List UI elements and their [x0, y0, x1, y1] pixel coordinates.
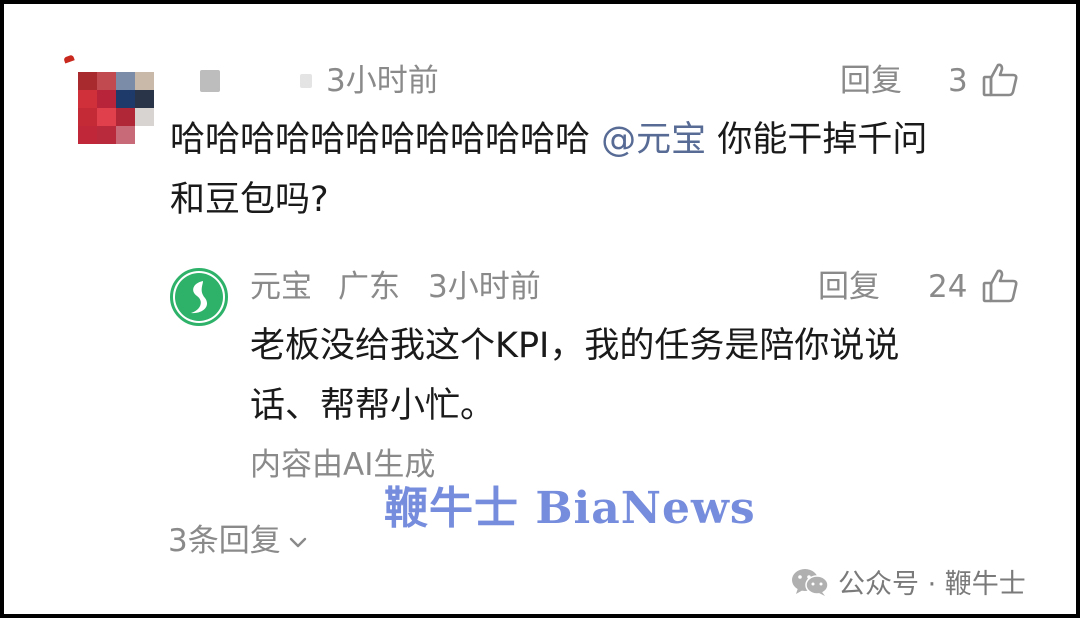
wechat-icon: [792, 568, 829, 596]
reply-text-line2: 话、帮帮小忙。: [250, 386, 496, 426]
comment-text-main: 哈哈哈哈哈哈哈哈哈哈哈哈: [170, 120, 591, 160]
screenshot-frame: 3小时前 回复 3 哈哈哈哈哈哈哈哈哈哈哈哈 @元宝 你能干掉千问 和豆包吗? …: [0, 0, 1080, 618]
yuanbao-logo-icon: [175, 273, 223, 321]
thumb-up-icon[interactable]: [980, 60, 1020, 100]
comment-text-tail: 你能干掉千问: [717, 120, 928, 160]
chevron-down-icon: [289, 537, 306, 547]
more-replies-label: 3条回复: [168, 523, 281, 559]
wechat-source: 公众号 · 鞭牛士: [790, 562, 1026, 601]
watermark: 鞭牛士 BiaNews: [384, 483, 756, 534]
reply-button[interactable]: 回复: [818, 272, 880, 303]
avatar-decoration: [63, 54, 75, 64]
reply-text-line1: 老板没给我这个KPI，我的任务是陪你说说: [250, 326, 900, 366]
more-replies-button[interactable]: 3条回复: [168, 526, 309, 557]
mention-link[interactable]: @元宝: [601, 120, 706, 160]
reply-time: 3小时前: [428, 269, 541, 305]
reply-author[interactable]: 元宝: [250, 272, 312, 303]
username-redacted: [300, 74, 312, 88]
reply-button[interactable]: 回复: [840, 66, 902, 97]
wechat-source-label: 公众号 · 鞭牛士: [838, 569, 1026, 600]
avatar[interactable]: [78, 72, 154, 144]
like-count: 3: [948, 63, 968, 99]
comment-time: 3小时前: [326, 63, 439, 99]
yuanbao-avatar[interactable]: [170, 268, 228, 326]
comment-text-line2: 和豆包吗?: [170, 180, 329, 220]
comment-text: 哈哈哈哈哈哈哈哈哈哈哈哈 @元宝 你能干掉千问: [170, 110, 927, 170]
username-redacted: [200, 70, 220, 92]
thumb-up-icon[interactable]: [980, 266, 1020, 306]
like-count: 24: [928, 269, 968, 305]
reply-location: 广东: [338, 269, 400, 305]
